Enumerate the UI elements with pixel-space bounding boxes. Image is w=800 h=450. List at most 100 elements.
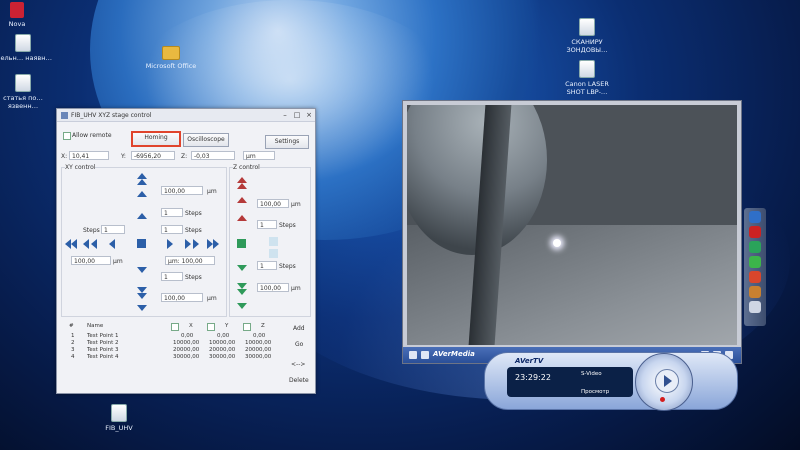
x-column-checkbox[interactable] bbox=[171, 323, 179, 331]
z-um-bottom-field[interactable]: 100,00 bbox=[257, 283, 289, 292]
xy-steps-top-unit: Steps bbox=[185, 210, 202, 217]
desktop-icon-canon-printer[interactable]: Canon LASER SHOT LBP-… bbox=[556, 60, 618, 96]
z-control-label: Z control bbox=[233, 164, 260, 171]
xy-right-step-arrow[interactable] bbox=[167, 239, 173, 249]
avertv-view-mode[interactable]: Просмотр bbox=[581, 389, 609, 395]
xy-um-bottom-field[interactable]: 100,00 bbox=[161, 293, 203, 302]
xy-left-medium-arrow-2[interactable] bbox=[91, 239, 97, 249]
xy-right-fast-arrow-2[interactable] bbox=[213, 239, 219, 249]
xy-down-medium-arrow-2[interactable] bbox=[137, 293, 147, 299]
window-title: FIB_UHV XYZ stage control bbox=[71, 111, 152, 119]
x-position-field: 10,41 bbox=[69, 151, 109, 160]
gadget-icon[interactable] bbox=[749, 211, 761, 223]
xy-steps-mid-unit: Steps bbox=[185, 227, 202, 234]
z-um-top-field[interactable]: 100,00 bbox=[257, 199, 289, 208]
app-icon bbox=[61, 111, 68, 119]
unit-select[interactable]: µm bbox=[243, 151, 275, 160]
xy-right-medium-arrow[interactable] bbox=[185, 239, 191, 249]
maximize-icon[interactable]: □ bbox=[291, 111, 303, 119]
xy-left-step-arrow[interactable] bbox=[109, 239, 115, 249]
col-y-header: Y bbox=[225, 323, 229, 329]
video-feed bbox=[407, 105, 737, 345]
desktop-icon-scanning[interactable]: СКАНИРУ ЗОНДОВЫ… bbox=[556, 18, 618, 54]
z-down-step-arrow[interactable] bbox=[237, 265, 247, 271]
stage-window-titlebar[interactable]: FIB_UHV XYZ stage control – □ × bbox=[57, 109, 315, 122]
desktop-icon-microsoft-office[interactable]: Microsoft Office bbox=[140, 46, 202, 70]
swap-button[interactable]: <--> bbox=[291, 361, 305, 368]
xy-up-medium-arrow[interactable] bbox=[137, 191, 147, 197]
go-button[interactable]: Go bbox=[295, 341, 303, 348]
col-name-header: Name bbox=[87, 323, 104, 329]
desktop-icon-doc2[interactable]: …ельн… наявн… bbox=[0, 34, 54, 62]
z-up-step-arrow[interactable] bbox=[237, 215, 247, 221]
col-z-header: Z bbox=[261, 323, 265, 329]
xy-left-medium-arrow[interactable] bbox=[83, 239, 89, 249]
allow-remote-checkbox[interactable] bbox=[63, 132, 71, 140]
col-x-header: X bbox=[189, 323, 193, 329]
xy-up-fast-arrow-2[interactable] bbox=[137, 179, 147, 185]
xy-steps-bottom-field[interactable]: 1 bbox=[161, 272, 183, 281]
record-icon[interactable] bbox=[660, 397, 665, 402]
avermedia-logo: AVerMedia bbox=[433, 350, 475, 358]
homing-button[interactable]: Homing bbox=[131, 131, 181, 147]
alert-icon[interactable] bbox=[749, 226, 761, 238]
z-label: Z: bbox=[181, 153, 188, 160]
xy-left-fast-arrow-2[interactable] bbox=[71, 239, 77, 249]
desktop-icon-fib-uhv[interactable]: FIB_UHV bbox=[88, 404, 150, 432]
xy-down-step-arrow[interactable] bbox=[137, 267, 147, 273]
steps-label: Steps bbox=[83, 227, 100, 234]
pen-icon[interactable] bbox=[749, 271, 761, 283]
z-um-bottom-unit: µm bbox=[291, 285, 301, 292]
xy-down-fast-arrow[interactable] bbox=[137, 305, 147, 311]
xy-control-label: XY control bbox=[65, 164, 96, 171]
settings-icon[interactable] bbox=[749, 301, 761, 313]
delete-button[interactable]: Delete bbox=[289, 377, 309, 384]
xy-um-top-unit: µm bbox=[207, 188, 217, 195]
folder-icon bbox=[162, 46, 180, 60]
skype-icon[interactable] bbox=[749, 241, 761, 253]
avertv-time: 23:29:22 bbox=[515, 373, 551, 382]
col-index-header: # bbox=[69, 323, 74, 329]
document-icon bbox=[10, 2, 24, 18]
z-position-field: -0,03 bbox=[191, 151, 235, 160]
settings-button[interactable]: Settings bbox=[265, 135, 309, 149]
xy-um-left-field[interactable]: 100,00 bbox=[71, 256, 111, 265]
app-icon[interactable] bbox=[749, 256, 761, 268]
z-disabled-down-button bbox=[269, 249, 278, 258]
xy-up-step-arrow[interactable] bbox=[137, 213, 147, 219]
z-steps-top-field[interactable]: 1 bbox=[257, 220, 277, 229]
avertv-source[interactable]: S-Video bbox=[581, 371, 602, 377]
z-down-fast-arrow[interactable] bbox=[237, 303, 247, 309]
y-position-field: -6956,20 bbox=[131, 151, 175, 160]
document-icon bbox=[15, 74, 31, 92]
xy-um-right-field[interactable]: µm: 100,00 bbox=[165, 256, 215, 265]
allow-remote-label: Allow remote bbox=[72, 132, 112, 139]
xy-um-top-field[interactable]: 100,00 bbox=[161, 186, 203, 195]
xy-steps-top-field[interactable]: 1 bbox=[161, 208, 183, 217]
z-steps-bottom-field[interactable]: 1 bbox=[257, 261, 277, 270]
z-home-button[interactable] bbox=[237, 239, 246, 248]
z-down-medium-arrow-2[interactable] bbox=[237, 289, 247, 295]
menu-icon[interactable] bbox=[409, 351, 417, 359]
oscilloscope-button[interactable]: Oscilloscope bbox=[183, 133, 229, 147]
add-button[interactable]: Add bbox=[293, 325, 305, 332]
application-icon bbox=[111, 404, 127, 422]
table-row[interactable]: 4 Test Point 4 30000,00 30000,00 30000,0… bbox=[65, 354, 285, 362]
close-icon[interactable]: × bbox=[303, 111, 315, 119]
desktop-icon-article[interactable]: статья по… язвенн… bbox=[0, 74, 54, 110]
desktop-icon-nova[interactable]: Nova bbox=[0, 2, 48, 28]
xy-um-bottom-unit: µm bbox=[207, 295, 217, 302]
minimize-icon[interactable]: – bbox=[279, 111, 291, 119]
z-column-checkbox[interactable] bbox=[243, 323, 251, 331]
z-up-fast-arrow-2[interactable] bbox=[237, 183, 247, 189]
steps-field[interactable]: 1 bbox=[101, 225, 125, 234]
x-label: X: bbox=[61, 153, 68, 160]
y-column-checkbox[interactable] bbox=[207, 323, 215, 331]
z-up-medium-arrow[interactable] bbox=[237, 197, 247, 203]
snapshot-icon[interactable] bbox=[421, 351, 429, 359]
xy-home-button[interactable] bbox=[137, 239, 146, 248]
xy-right-medium-arrow-2[interactable] bbox=[193, 239, 199, 249]
tool-icon[interactable] bbox=[749, 286, 761, 298]
xy-steps-mid-field[interactable]: 1 bbox=[161, 225, 183, 234]
play-icon[interactable] bbox=[655, 369, 679, 393]
